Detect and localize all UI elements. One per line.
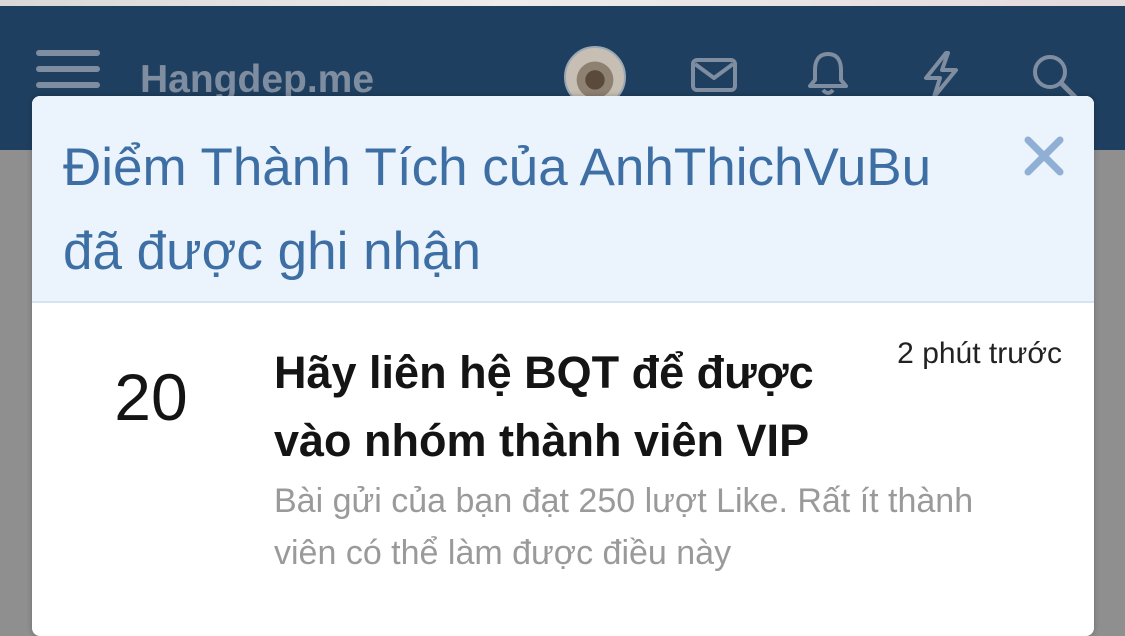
trophy-description: Bài gửi của bạn đạt 250 lượt Like. Rất í…: [274, 482, 974, 572]
popup-title: Điểm Thành Tích của AnhThichVuBu đã được…: [63, 138, 932, 281]
close-icon: [1024, 136, 1064, 176]
trophy-notification-popup: Điểm Thành Tích của AnhThichVuBu đã được…: [32, 96, 1094, 636]
trophy-points: 20: [114, 360, 188, 434]
trophy-item: 20 Hãy liên hệ BQT để được vào nhóm thàn…: [32, 303, 1094, 636]
trophy-title[interactable]: Hãy liên hệ BQT để được vào nhóm thành v…: [274, 339, 874, 475]
popup-header: Điểm Thành Tích của AnhThichVuBu đã được…: [32, 96, 1094, 303]
lightning-icon[interactable]: [918, 50, 962, 100]
hamburger-menu-icon[interactable]: [36, 50, 100, 88]
envelope-icon[interactable]: [690, 56, 738, 96]
close-button[interactable]: [1020, 132, 1068, 180]
trophy-timestamp: 2 phút trước: [897, 337, 1062, 370]
bell-icon[interactable]: [806, 50, 850, 96]
search-icon[interactable]: [1030, 52, 1080, 102]
